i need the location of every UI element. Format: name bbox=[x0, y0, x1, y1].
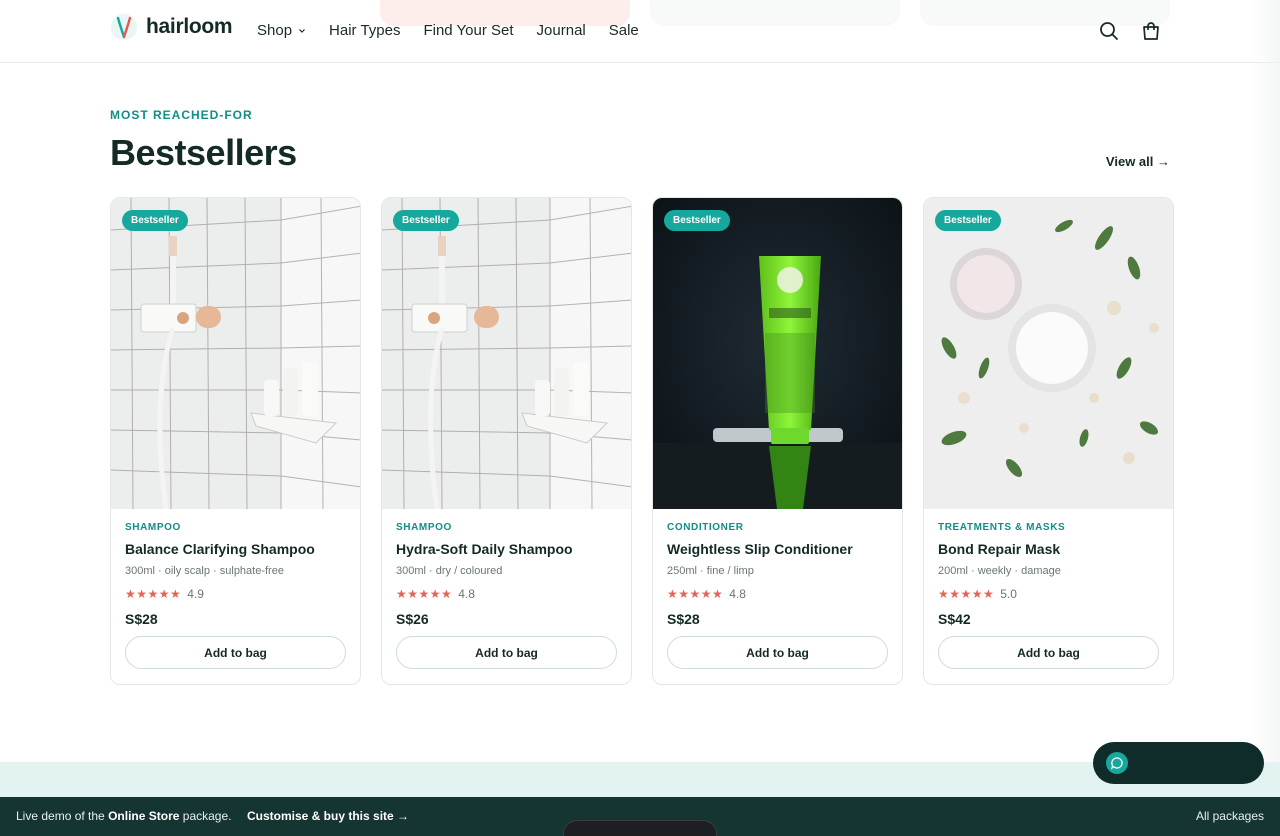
product-card[interactable]: Bestseller TREATMENTS & MASKS Bond Repai… bbox=[923, 197, 1174, 685]
nav-label: Hair Types bbox=[329, 22, 401, 39]
nav-label: Find Your Set bbox=[423, 22, 514, 39]
product-rating: ★★★★★ 4.8 bbox=[667, 587, 888, 601]
ghost-banner bbox=[650, 0, 900, 26]
bestseller-badge: Bestseller bbox=[122, 210, 188, 231]
star-rating-icon: ★★★★★ bbox=[938, 587, 995, 601]
product-rating: ★★★★★ 4.9 bbox=[125, 587, 346, 601]
rating-value: 4.9 bbox=[187, 587, 204, 601]
add-to-bag-button[interactable]: Add to bag bbox=[396, 636, 617, 669]
product-price: S$26 bbox=[396, 611, 429, 627]
product-category: CONDITIONER bbox=[667, 522, 744, 533]
rating-value: 4.8 bbox=[729, 587, 746, 601]
bag-icon[interactable] bbox=[1140, 20, 1162, 42]
product-meta: 300ml · oily scalp · sulphate-free bbox=[125, 565, 284, 577]
star-rating-icon: ★★★★★ bbox=[667, 587, 724, 601]
product-name[interactable]: Balance Clarifying Shampoo bbox=[125, 541, 346, 557]
all-packages-link[interactable]: All packages bbox=[1196, 809, 1264, 823]
product-rating: ★★★★★ 4.8 bbox=[396, 587, 617, 601]
chevron-down-icon bbox=[299, 28, 305, 33]
product-meta: 300ml · dry / coloured bbox=[396, 565, 503, 577]
demo-notice: Live demo of the Online Store package. bbox=[16, 809, 231, 823]
rating-value: 5.0 bbox=[1000, 587, 1017, 601]
product-category: TREATMENTS & MASKS bbox=[938, 522, 1066, 533]
nav-label: Shop bbox=[257, 22, 293, 39]
product-image[interactable]: Bestseller bbox=[382, 198, 631, 509]
chat-icon bbox=[1106, 752, 1128, 774]
product-category: SHAMPOO bbox=[125, 522, 181, 533]
section-title: Bestsellers bbox=[110, 132, 297, 173]
product-image[interactable]: Bestseller bbox=[111, 198, 360, 509]
nav-journal[interactable]: Journal bbox=[537, 22, 586, 39]
product-meta: 200ml · weekly · damage bbox=[938, 565, 1061, 577]
product-rating: ★★★★★ 5.0 bbox=[938, 587, 1159, 601]
nav-sale[interactable]: Sale bbox=[609, 22, 639, 39]
search-icon[interactable] bbox=[1098, 20, 1120, 42]
product-category: SHAMPOO bbox=[396, 522, 452, 533]
demo-prefix: Live demo of the bbox=[16, 809, 105, 823]
nav-label: Journal bbox=[536, 22, 586, 39]
customise-buy-link[interactable]: Customise & buy this site → bbox=[247, 809, 409, 823]
product-card[interactable]: Bestseller SHAMPOO Hydra-Soft Daily Sham… bbox=[381, 197, 632, 685]
nav-shop[interactable]: Shop bbox=[257, 22, 306, 39]
bestseller-badge: Bestseller bbox=[393, 210, 459, 231]
product-card[interactable]: Bestseller SHAMPOO Balance Clarifying Sh… bbox=[110, 197, 361, 685]
product-details: SHAMPOO Balance Clarifying Shampoo 300ml… bbox=[111, 509, 360, 627]
product-image[interactable]: Bestseller bbox=[653, 198, 902, 509]
product-details: CONDITIONER Weightless Slip Conditioner … bbox=[653, 509, 902, 627]
brand-logo[interactable]: hairloom bbox=[110, 13, 233, 41]
main-nav: Shop Hair Types Find Your Set Journal Sa… bbox=[257, 22, 639, 39]
section-eyebrow: MOST REACHED-FOR bbox=[110, 108, 253, 122]
product-card[interactable]: Bestseller CONDITIONER Weightless Slip C… bbox=[652, 197, 903, 685]
product-name[interactable]: Bond Repair Mask bbox=[938, 541, 1159, 557]
rating-value: 4.8 bbox=[458, 587, 475, 601]
demo-suffix: package. bbox=[182, 809, 232, 823]
nav-label: Sale bbox=[608, 22, 639, 39]
view-all-link[interactable]: View all → bbox=[1106, 154, 1170, 169]
demo-package-name: Online Store bbox=[108, 809, 180, 823]
product-meta: 250ml · fine / limp bbox=[667, 565, 754, 577]
product-grid: Bestseller SHAMPOO Balance Clarifying Sh… bbox=[110, 197, 1174, 685]
app-dock bbox=[563, 820, 717, 836]
add-to-bag-button[interactable]: Add to bag bbox=[125, 636, 346, 669]
product-details: TREATMENTS & MASKS Bond Repair Mask 200m… bbox=[924, 509, 1173, 627]
logo-mark-icon bbox=[111, 14, 137, 40]
product-price: S$28 bbox=[125, 611, 158, 627]
star-rating-icon: ★★★★★ bbox=[125, 587, 182, 601]
nav-hair-types[interactable]: Hair Types bbox=[329, 22, 400, 39]
chat-widget-button[interactable] bbox=[1093, 742, 1264, 784]
add-to-bag-button[interactable]: Add to bag bbox=[667, 636, 888, 669]
product-price: S$28 bbox=[667, 611, 700, 627]
nav-find-your-set[interactable]: Find Your Set bbox=[423, 22, 513, 39]
product-name[interactable]: Weightless Slip Conditioner bbox=[667, 541, 888, 557]
ghost-banner bbox=[920, 0, 1170, 26]
product-details: SHAMPOO Hydra-Soft Daily Shampoo 300ml ·… bbox=[382, 509, 631, 627]
star-rating-icon: ★★★★★ bbox=[396, 587, 453, 601]
product-price: S$42 bbox=[938, 611, 971, 627]
add-to-bag-button[interactable]: Add to bag bbox=[938, 636, 1159, 669]
site-header: hairloom Shop Hair Types Find Your Set J… bbox=[0, 0, 1280, 63]
edge-fade bbox=[1250, 0, 1280, 762]
next-section-band bbox=[0, 762, 1280, 798]
bestseller-badge: Bestseller bbox=[935, 210, 1001, 231]
bestseller-badge: Bestseller bbox=[664, 210, 730, 231]
brand-name: hairloom bbox=[146, 15, 233, 38]
product-image[interactable]: Bestseller bbox=[924, 198, 1173, 509]
product-name[interactable]: Hydra-Soft Daily Shampoo bbox=[396, 541, 617, 557]
